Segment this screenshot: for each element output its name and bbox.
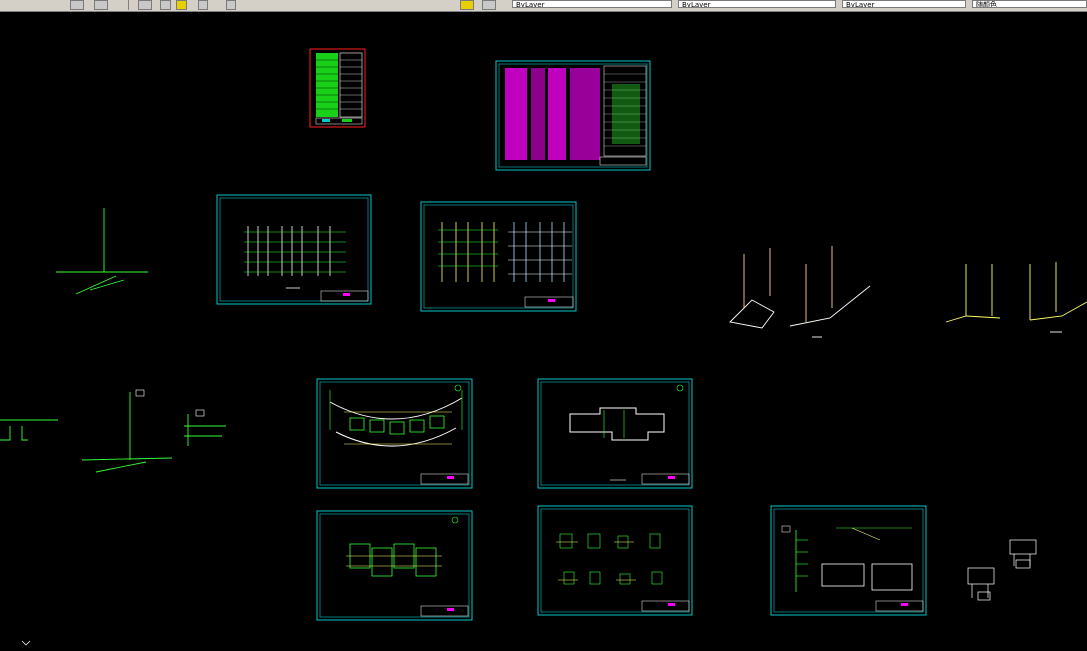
plotstyle-combo[interactable]: 随颜色 — [972, 0, 1087, 8]
isometric-pipe-sketch-left[interactable] — [56, 208, 148, 295]
cover-sheet[interactable] — [309, 48, 366, 128]
design-notes-sheet[interactable] — [495, 60, 651, 171]
toolbar-separator — [128, 0, 129, 10]
ucs-icon — [21, 640, 31, 646]
floor-plan-sheet-1[interactable] — [316, 378, 473, 489]
layer-combo[interactable]: ByLayer — [512, 0, 672, 8]
model-space[interactable] — [0, 12, 1087, 647]
drawing-canvas[interactable] — [0, 12, 1087, 647]
riser-diagram-sheet-1[interactable] — [216, 194, 372, 305]
layer-color-icon[interactable] — [226, 0, 236, 10]
equipment-sheet[interactable] — [770, 505, 927, 616]
floor-plan-sheet-2[interactable] — [537, 378, 693, 489]
layer-state-icon[interactable] — [160, 0, 171, 10]
layer-lock-icon[interactable] — [198, 0, 208, 10]
isometric-pipe-sketch-left-2[interactable] — [0, 389, 226, 473]
floor-plan-sheet-3[interactable] — [316, 510, 473, 621]
riser-diagram-sheet-2[interactable] — [420, 201, 577, 312]
isometric-pipe-sketch-far-right[interactable] — [945, 262, 1087, 333]
print-icon[interactable] — [70, 0, 84, 10]
isometric-pipe-sketch-right[interactable] — [729, 246, 871, 338]
pump-detail-sketch[interactable] — [967, 539, 1037, 601]
save-icon[interactable] — [94, 0, 108, 10]
layer-previous-icon[interactable] — [482, 0, 496, 10]
lineweight-combo[interactable]: ByLayer — [842, 0, 966, 8]
layer-on-icon[interactable] — [176, 0, 187, 10]
layer-manager-icon[interactable] — [138, 0, 152, 10]
detail-sheet[interactable] — [537, 505, 693, 616]
linetype-combo[interactable]: ByLayer — [678, 0, 836, 8]
make-current-icon[interactable] — [460, 0, 474, 10]
toolbar: ByLayer ByLayer ByLayer 随颜色 — [0, 0, 1087, 12]
